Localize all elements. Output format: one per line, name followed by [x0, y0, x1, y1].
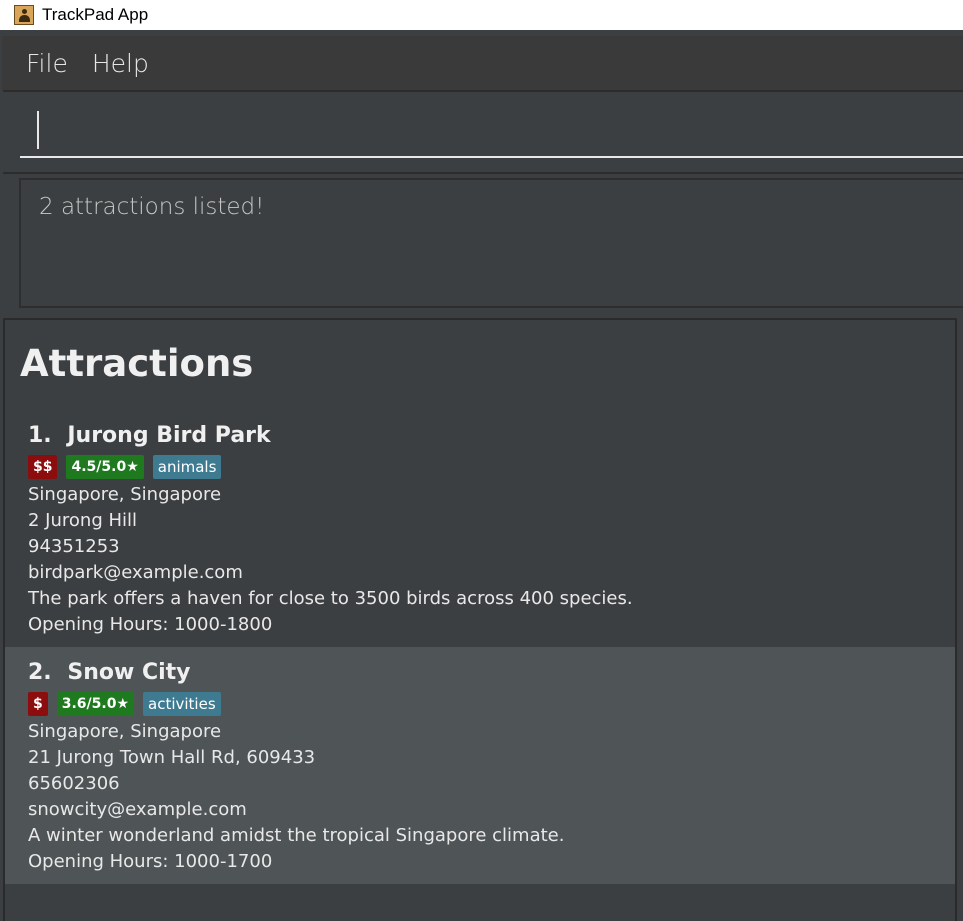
attraction-address: 21 Jurong Town Hall Rd, 609433: [28, 747, 316, 768]
text-caret: [37, 111, 39, 149]
attraction-location: Singapore, Singapore: [28, 721, 222, 742]
result-display: 2 attractions listed!: [19, 178, 963, 308]
attraction-index: 2.: [28, 660, 52, 685]
tag-badge: animals: [152, 455, 222, 479]
attraction-badges: $ 3.6/5.0★ activities: [28, 691, 955, 717]
menu-file[interactable]: File: [26, 49, 68, 78]
attraction-description: The park offers a haven for close to 350…: [28, 588, 633, 609]
attraction-hours: Opening Hours: 1000-1700: [28, 851, 273, 872]
attraction-phone: 94351253: [28, 536, 120, 557]
attraction-title: 2. Snow City: [28, 657, 955, 689]
price-badge: $: [28, 692, 48, 716]
attraction-index: 1.: [28, 423, 52, 448]
menu-bar: File Help: [2, 36, 963, 90]
attraction-card[interactable]: 1. Jurong Bird Park $$ 4.5/5.0★ animals …: [5, 410, 955, 647]
attraction-phone: 65602306: [28, 773, 120, 794]
command-area: [3, 90, 963, 172]
rating-badge: 4.5/5.0★: [66, 455, 144, 479]
attraction-list-panel: Attractions 1. Jurong Bird Park $$ 4.5/5…: [3, 318, 957, 921]
attraction-name: Jurong Bird Park: [67, 423, 271, 448]
result-message: 2 attractions listed!: [39, 194, 265, 220]
attraction-name: Snow City: [67, 660, 191, 685]
price-badge: $$: [28, 455, 58, 479]
panel-gutter: [957, 318, 963, 921]
attraction-title: 1. Jurong Bird Park: [28, 420, 955, 452]
result-area: 2 attractions listed!: [3, 172, 963, 316]
attraction-email: snowcity@example.com: [28, 799, 247, 820]
attraction-card[interactable]: 2. Snow City $ 3.6/5.0★ activities Singa…: [5, 647, 955, 884]
title-bar: TrackPad App: [0, 0, 963, 30]
command-input[interactable]: [20, 102, 963, 158]
attraction-badges: $$ 4.5/5.0★ animals: [28, 454, 955, 480]
contact-book-icon: [14, 5, 34, 25]
tag-badge: activities: [143, 692, 221, 716]
app-window: TrackPad App File Help 2 attractions lis…: [0, 0, 963, 921]
window-title: TrackPad App: [42, 5, 149, 24]
menu-help[interactable]: Help: [92, 49, 149, 78]
attraction-description: A winter wonderland amidst the tropical …: [28, 825, 565, 846]
attraction-address: 2 Jurong Hill: [28, 510, 138, 531]
attraction-hours: Opening Hours: 1000-1800: [28, 614, 273, 635]
rating-badge: 3.6/5.0★: [56, 692, 135, 716]
attraction-location: Singapore, Singapore: [28, 484, 222, 505]
list-title: Attractions: [20, 342, 254, 385]
attraction-email: birdpark@example.com: [28, 562, 243, 583]
